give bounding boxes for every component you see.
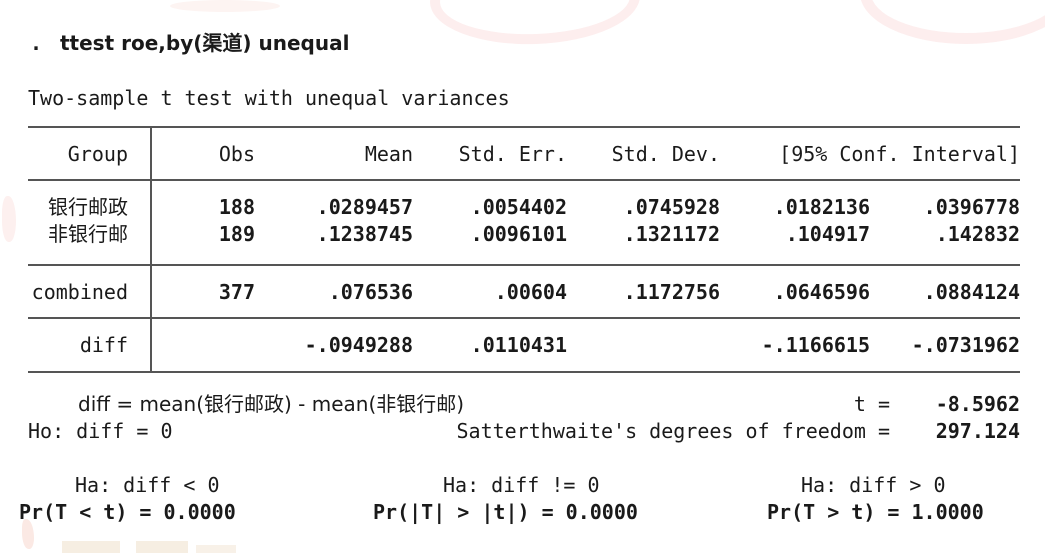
degrees-of-freedom-value: 297.124 [935,419,1020,443]
table-rule-groups [28,264,1020,266]
diff-definition: diff = mean(银行邮政) - mean(非银行邮) [78,392,465,416]
table-rule-combined [28,317,1020,319]
table-row-std-dev: .1172756 [623,280,720,304]
command-line-text: ttest roe,by(渠道) unequal [60,31,350,55]
column-header-group: Group [67,142,128,166]
table-rule-bottom [28,371,1020,373]
table-row-obs: 377 [218,280,255,304]
table-row-mean: .076536 [328,280,413,304]
table-row-ci-high: .142832 [935,222,1020,246]
table-row-ci-high: .0884124 [923,280,1020,304]
alt-hypothesis-right: Ha: diff > 0 [801,473,946,497]
table-row-std-dev: .0745928 [623,195,720,219]
column-header-std-dev: Std. Dev. [611,142,720,166]
watermark-arc-top-right [860,0,1045,44]
table-row-ci-low: .0646596 [773,280,870,304]
stata-output-screen: . ttest roe,by(渠道) unequal Two-sample t … [0,0,1045,553]
watermark-bottom-left-3 [136,541,188,553]
watermark-soft-top-left [170,0,280,12]
p-value-right: Pr(T > t) = 1.0000 [767,500,984,524]
table-row-ci-high: -.0731962 [911,333,1020,357]
table-row-obs: 189 [218,222,255,246]
table-vertical-divider [150,126,152,371]
table-row-group-label: 银行邮政 [48,195,128,219]
alt-hypothesis-center: Ha: diff != 0 [443,473,600,497]
p-value-left: Pr(T < t) = 0.0000 [19,500,236,524]
watermark-bottom-left-4 [196,545,236,553]
table-row-obs: 188 [218,195,255,219]
column-header-mean: Mean [364,142,413,166]
output-title: Two-sample t test with unequal variances [28,86,510,110]
p-value-center: Pr(|T| > |t|) = 0.0000 [373,500,638,524]
table-row-std-dev: .1321172 [623,222,720,246]
degrees-of-freedom-label: Satterthwaite's degrees of freedom = [456,419,890,443]
table-row-mean: .0289457 [316,195,413,219]
t-statistic-label: t = [853,392,890,416]
table-row-mean: -.0949288 [304,333,413,357]
table-row-std-err: .00604 [494,280,567,304]
alt-hypothesis-left: Ha: diff < 0 [75,473,220,497]
watermark-bottom-left-2 [62,541,120,553]
column-header-obs: Obs [218,142,255,166]
null-hypothesis: Ho: diff = 0 [28,419,173,443]
column-header-std-err: Std. Err. [458,142,567,166]
watermark-arc-top [428,0,642,48]
table-rule-header [28,179,1020,181]
table-row-group-label: combined [31,280,128,304]
table-row-ci-high: .0396778 [923,195,1020,219]
table-row-std-err: .0054402 [470,195,567,219]
table-row-std-err: .0096101 [470,222,567,246]
table-row-ci-low: -.1166615 [761,333,870,357]
table-row-ci-low: .0182136 [773,195,870,219]
column-header-conf-interval: [95% Conf. Interval] [779,142,1020,166]
table-row-ci-low: .104917 [785,222,870,246]
command-prompt-symbol: . [30,31,43,55]
table-rule-top [28,126,1020,128]
table-row-std-err: .0110431 [470,333,567,357]
table-row-group-label: diff [79,333,128,357]
table-row-group-label: 非银行邮 [48,222,128,246]
table-row-mean: .1238745 [316,222,413,246]
t-statistic-value: -8.5962 [935,392,1020,416]
